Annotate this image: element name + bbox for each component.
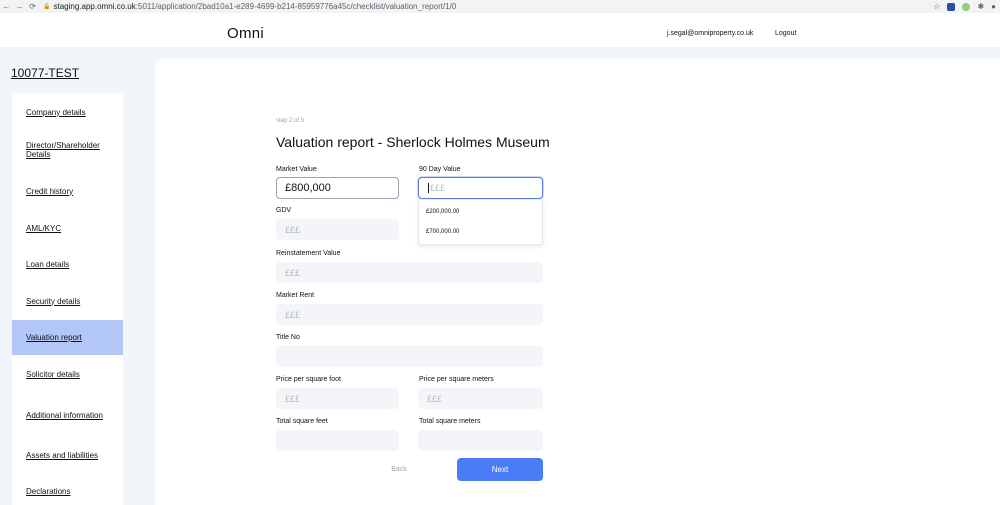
market-rent-input[interactable]: £££ [276,304,543,325]
application-id: 10077-TEST [11,66,80,80]
day90-value-placeholder: £££ [430,183,446,193]
logout-link[interactable]: Logout [775,30,796,37]
extension-icon[interactable] [947,2,956,11]
step-indicator: step 2 of 5 [276,118,305,124]
address-bar[interactable]: 🔒 staging.app.omni.co.uk:5011/applicatio… [43,2,456,11]
reinstatement-value-label: Reinstatement Value [276,250,341,257]
gdv-label: GDV [276,207,292,214]
sidebar-item-security-details[interactable]: Security details [12,290,123,312]
sidebar-item-declarations[interactable]: Declarations [12,480,123,502]
sidebar-item-company-details[interactable]: Company details [12,101,123,123]
extension-icon[interactable] [962,2,971,11]
dropdown-option[interactable]: £200,000.00 [426,209,459,215]
sidebar-item-director-shareholder[interactable]: Director/Shareholder Details [12,135,123,165]
next-button[interactable]: Next [457,458,543,481]
gdv-input[interactable]: £££ [276,219,399,240]
sidebar-item-solicitor-details[interactable]: Solicitor details [12,363,123,385]
text-caret [428,183,429,193]
sidebar-item-valuation-report[interactable]: Valuation report [12,320,123,355]
app-header: Omni j.segal@omniproperty.co.uk Logout [0,13,1000,48]
user-email: j.segal@omniproperty.co.uk [667,30,754,37]
sidebar-item-assets-liabilities[interactable]: Assets and liabilities [12,444,123,466]
title-no-label: Title No [276,334,300,341]
sidebar-item-additional-information[interactable]: Additional information [12,400,112,430]
price-sq-meters-input[interactable]: £££ [418,388,543,409]
day90-value-dropdown: £200,000.00 £700,000.00 [418,199,543,245]
url-path: :5011/application/2bad10a1-e289-4699-b21… [135,2,457,11]
total-sq-meters-input[interactable] [418,430,543,451]
price-sq-meters-label: Price per square meters [419,376,494,383]
day90-value-label: 90 Day Value [419,166,461,173]
market-value-label: Market Value [276,166,317,173]
title-no-input[interactable] [276,346,543,367]
lock-icon: 🔒 [43,4,51,10]
browser-toolbar: ← → ⟳ 🔒 staging.app.omni.co.uk:5011/appl… [0,0,1000,13]
reinstatement-value-input[interactable]: £££ [276,262,543,283]
price-sq-foot-label: Price per square foot [276,376,341,383]
day90-value-input[interactable]: £££ [418,177,543,199]
page-title: Valuation report - Sherlock Holmes Museu… [276,134,550,150]
dropdown-option[interactable]: £700,000.00 [426,229,459,235]
brand-logo[interactable]: Omni [227,25,264,42]
total-sq-feet-label: Total square feet [276,418,328,425]
market-rent-label: Market Rent [276,292,315,299]
sidebar: Company details Director/Shareholder Det… [12,93,123,505]
back-arrow-icon[interactable]: ← [0,2,13,11]
total-sq-feet-input[interactable] [276,430,399,451]
back-button[interactable]: Back [384,463,414,477]
price-sq-foot-input[interactable]: £££ [276,388,399,409]
url-host: staging.app.omni.co.uk [53,2,136,11]
market-value-input[interactable]: £800,000 [276,177,399,199]
bookmark-star-icon[interactable]: ☆ [933,2,940,11]
puzzle-extensions-icon[interactable]: ✱ [977,2,984,11]
reload-icon[interactable]: ⟳ [26,2,39,11]
total-sq-meters-label: Total square meters [419,418,481,425]
forward-arrow-icon[interactable]: → [13,2,26,11]
sidebar-item-aml-kyc[interactable]: AML/KYC [12,217,123,239]
sidebar-item-loan-details[interactable]: Loan details [12,253,123,275]
profile-avatar-icon[interactable]: ● [991,2,996,11]
sidebar-item-credit-history[interactable]: Credit history [12,180,123,202]
